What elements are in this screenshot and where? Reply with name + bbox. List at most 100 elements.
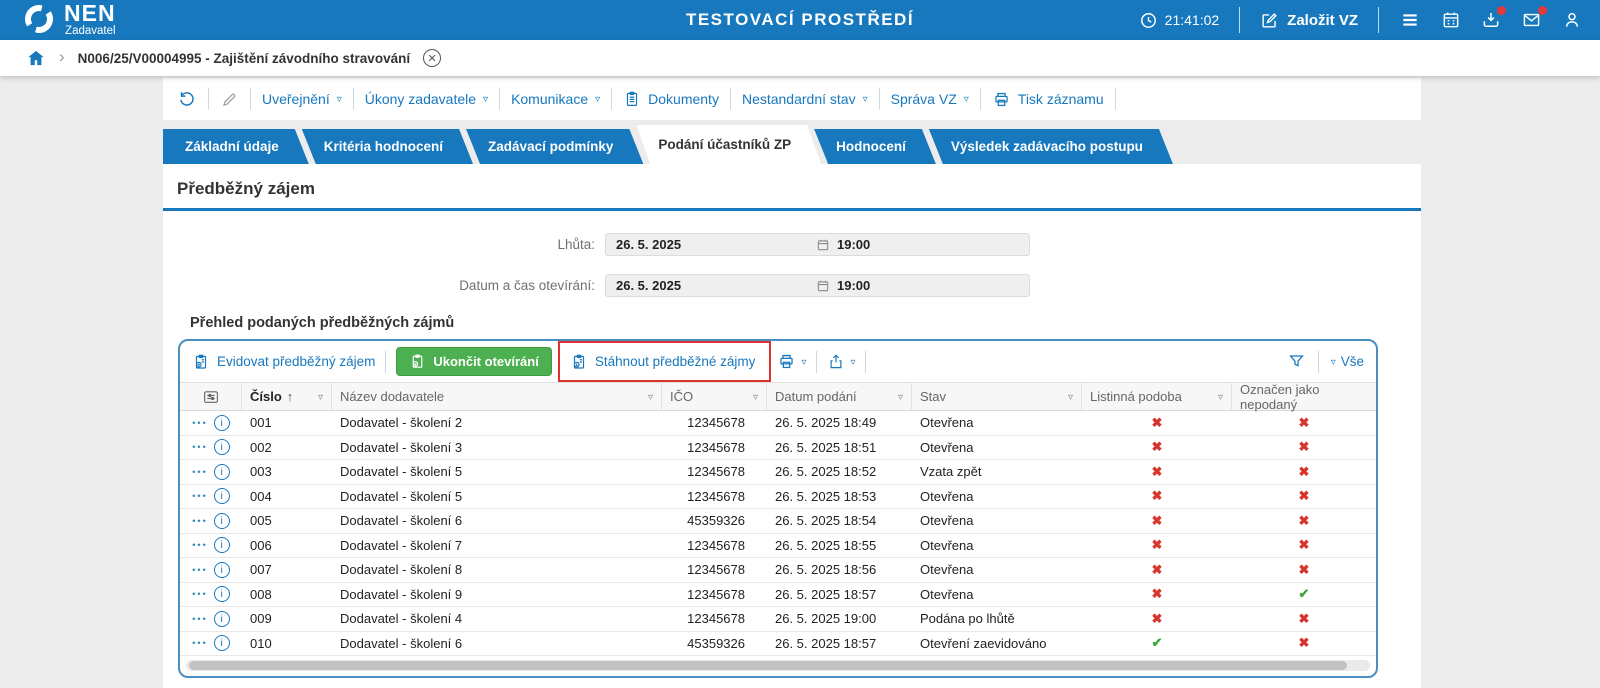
home-icon[interactable] — [26, 48, 46, 68]
cell-datum-podani: 26. 5. 2025 18:51 — [775, 439, 877, 455]
column-header-ico[interactable]: IČO ▿ — [662, 383, 767, 410]
chevron-down-icon: ▿ — [752, 391, 758, 403]
download-icon[interactable] — [1481, 6, 1506, 30]
info-icon[interactable]: i — [213, 463, 230, 480]
row-menu-icon[interactable]: ••• — [192, 418, 207, 428]
cell-stav: Otevřena — [920, 586, 974, 602]
cell-oznacen-nepodany: ✖ — [1232, 488, 1376, 504]
table-row[interactable]: ••• i 006 Dodavatel - školení 7 12345678 26. … — [180, 534, 1376, 558]
zalozit-vz-button[interactable]: Založit VZ — [1260, 11, 1358, 30]
print-table-button[interactable]: ▿ — [777, 352, 806, 371]
cell-listinna-podoba: ✖ — [1082, 513, 1232, 529]
row-menu-icon[interactable]: ••• — [192, 589, 207, 599]
column-label: Datum podání — [775, 389, 857, 404]
row-menu-icon[interactable]: ••• — [192, 614, 207, 624]
toolbar-divider — [878, 88, 880, 110]
table-row[interactable]: ••• i 002 Dodavatel - školení 3 12345678 26. … — [180, 436, 1376, 460]
breadcrumb-item[interactable]: N006/25/V00004995 - Zajištění závodního … — [78, 51, 410, 66]
highlight-annotation: Stáhnout předběžné zájmy — [557, 341, 772, 382]
table-row[interactable]: ••• i 010 Dodavatel - školení 6 45359326 26. … — [180, 632, 1376, 656]
topbar-divider — [1239, 7, 1241, 33]
menu-uverejneni[interactable]: Uveřejnění ▿ — [262, 91, 342, 107]
chevron-down-icon: ▿ — [336, 94, 342, 105]
table-row[interactable]: ••• i 008 Dodavatel - školení 9 12345678 26. … — [180, 583, 1376, 607]
cell-cislo: 007 — [250, 562, 272, 578]
pencil-icon[interactable] — [220, 90, 239, 109]
menu-tisk-zaznamu[interactable]: Tisk záznamu — [992, 90, 1104, 109]
user-icon[interactable] — [1562, 10, 1582, 30]
column-header-stav[interactable]: Stav ▿ — [912, 383, 1082, 410]
hamburger-menu-icon[interactable] — [1399, 10, 1421, 30]
table-row[interactable]: ••• i 005 Dodavatel - školení 6 45359326 26. … — [180, 509, 1376, 534]
cross-icon: ✖ — [1298, 414, 1310, 430]
menu-ukony-zadavatele[interactable]: Úkony zadavatele ▿ — [365, 91, 488, 107]
row-menu-icon[interactable]: ••• — [192, 442, 207, 452]
menu-dokumenty[interactable]: Dokumenty — [623, 90, 719, 108]
row-menu-icon[interactable]: ••• — [192, 491, 207, 501]
tab-hodnoceni[interactable]: Hodnocení — [814, 129, 936, 164]
column-header-nazev[interactable]: Název dodavatele ▿ — [332, 383, 662, 410]
tab-zakladni-udaje[interactable]: Základní údaje — [163, 129, 309, 164]
calendar-icon — [816, 279, 830, 293]
cross-icon: ✖ — [1298, 635, 1310, 651]
ukoncit-oteviranni-button[interactable]: Ukončit otevírání — [396, 347, 552, 376]
info-icon[interactable]: i — [213, 635, 230, 652]
chevron-down-icon: ▿ — [801, 356, 807, 368]
stahnout-button[interactable]: Stáhnout předběžné zájmy — [570, 353, 756, 371]
cell-oznacen-nepodany: ✖ — [1232, 439, 1376, 455]
chevron-down-icon: ▿ — [647, 391, 653, 403]
vse-filter-dropdown[interactable]: ▿ Vše — [1331, 354, 1364, 369]
row-menu-icon[interactable]: ••• — [192, 540, 207, 550]
row-actions-cell: ••• i — [180, 414, 242, 431]
table-row[interactable]: ••• i 007 Dodavatel - školení 8 12345678 26. … — [180, 558, 1376, 583]
cross-icon: ✖ — [1151, 414, 1163, 430]
horizontal-scrollbar[interactable] — [186, 660, 1370, 671]
column-header-nepodany[interactable]: Označen jako nepodaný — [1232, 382, 1376, 412]
field-label: Lhůta: — [557, 237, 595, 252]
time-value: 19:00 — [837, 278, 871, 293]
table-row[interactable]: ••• i 001 Dodavatel - školení 2 12345678 26. … — [180, 411, 1376, 436]
table-row[interactable]: ••• i 004 Dodavatel - školení 5 12345678 26. … — [180, 485, 1376, 509]
filter-icon[interactable] — [1287, 352, 1306, 371]
tab-podani-ucastniku-zp[interactable]: Podání účastníků ZP — [636, 125, 821, 164]
menu-sprava-vz[interactable]: Správa VZ ▿ — [891, 91, 969, 107]
column-header-listinna[interactable]: Listinná podoba ▿ — [1082, 383, 1232, 410]
column-header-datum[interactable]: Datum podání ▿ — [767, 383, 912, 410]
chevron-down-icon: ▿ — [897, 391, 903, 403]
toolbar-divider — [250, 88, 251, 110]
row-menu-icon[interactable]: ••• — [192, 467, 207, 477]
column-settings-button[interactable] — [180, 383, 242, 410]
row-menu-icon[interactable]: ••• — [192, 565, 207, 575]
close-icon[interactable]: ✕ — [423, 49, 442, 67]
info-icon[interactable]: i — [213, 512, 230, 529]
tab-kriteria-hodnoceni[interactable]: Kritéria hodnocení — [302, 129, 473, 164]
button-label: Stáhnout předběžné zájmy — [594, 354, 756, 369]
refresh-icon[interactable] — [177, 89, 197, 109]
evidovat-button[interactable]: Evidovat předběžný zájem — [192, 353, 375, 371]
menu-komunikace[interactable]: Komunikace ▿ — [511, 91, 600, 107]
info-icon[interactable]: i — [213, 610, 230, 627]
info-icon[interactable]: i — [213, 537, 230, 554]
table-row[interactable]: ••• i 009 Dodavatel - školení 4 12345678 26. … — [180, 607, 1376, 632]
cell-listinna-podoba: ✖ — [1082, 611, 1232, 627]
info-icon[interactable]: i — [213, 439, 230, 456]
table-row[interactable]: ••• i 003 Dodavatel - školení 5 12345678 26. … — [180, 460, 1376, 485]
info-icon[interactable]: i — [213, 488, 230, 505]
row-menu-icon[interactable]: ••• — [192, 516, 207, 526]
info-icon[interactable]: i — [213, 561, 230, 578]
tab-label: Kritéria hodnocení — [323, 139, 444, 154]
mail-icon[interactable] — [1521, 6, 1547, 30]
column-header-cislo[interactable]: Číslo ↑ ▿ — [242, 383, 332, 410]
tab-zadavaci-podminky[interactable]: Zadávací podmínky — [466, 129, 643, 164]
info-icon[interactable]: i — [213, 414, 230, 431]
calendar-icon[interactable] — [1441, 10, 1461, 30]
lhuta-field: 26. 5. 2025 19:00 — [605, 233, 1030, 256]
tab-vysledek-zadavaciho-postupu[interactable]: Výsledek zadávacího postupu — [929, 129, 1173, 164]
scrollbar-thumb[interactable] — [189, 661, 1347, 670]
info-icon[interactable]: i — [213, 586, 230, 603]
chevron-down-icon: ▿ — [317, 391, 323, 403]
menu-nestandardni-stav[interactable]: Nestandardní stav ▿ — [742, 91, 868, 107]
cross-icon: ✖ — [1298, 537, 1310, 553]
export-button[interactable]: ▿ — [827, 353, 855, 371]
row-menu-icon[interactable]: ••• — [192, 638, 207, 648]
